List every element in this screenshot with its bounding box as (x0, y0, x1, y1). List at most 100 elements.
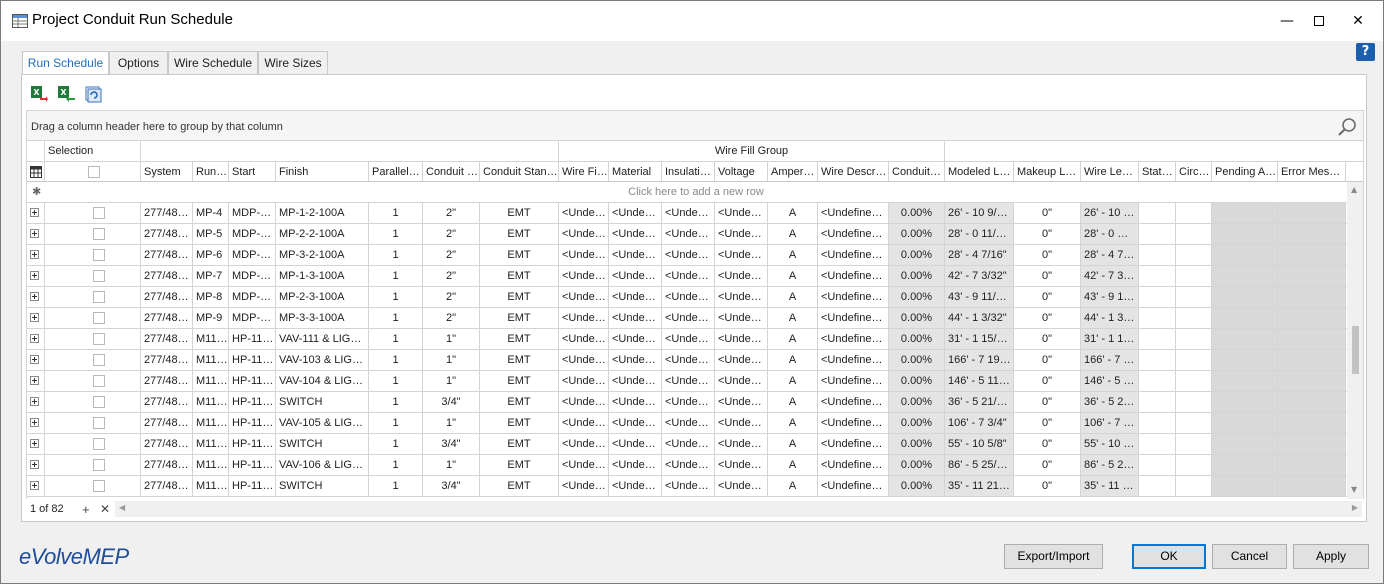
table-row[interactable]: 277/48… MP-8 MDP-… MP-2-3-100A 1 2" EMT <Unde… <… (27, 287, 1347, 308)
cell-insulation[interactable]: <Unde… (662, 203, 715, 223)
cell-modeled-length[interactable]: 36' - 5 21/… (945, 392, 1014, 412)
export-import-button[interactable]: Export/Import (1004, 544, 1103, 569)
cell-run[interactable]: MP-4 (193, 203, 229, 223)
cell-start[interactable]: MDP-… (229, 266, 276, 286)
cell-status[interactable] (1139, 350, 1176, 370)
cell-system[interactable]: 277/48… (141, 266, 193, 286)
cell-start[interactable]: HP-11… (229, 329, 276, 349)
cell-voltage[interactable]: <Unde… (715, 224, 768, 244)
table-row[interactable]: 277/48… MP-5 MDP-… MP-2-2-100A 1 2" EMT <Unde… <… (27, 224, 1347, 245)
cell-conduit-size[interactable]: 2" (423, 308, 480, 328)
cell-conduit-standard[interactable]: EMT (480, 224, 559, 244)
cell-pending-action[interactable] (1212, 350, 1278, 370)
cell-error-message[interactable] (1278, 392, 1346, 412)
cell-ampere[interactable]: A (768, 476, 818, 496)
cell-material[interactable]: <Unde… (609, 287, 662, 307)
cell-insulation[interactable]: <Unde… (662, 434, 715, 454)
row-checkbox[interactable] (93, 207, 105, 219)
cell-start[interactable]: HP-11… (229, 476, 276, 496)
cell-start[interactable]: MDP-… (229, 245, 276, 265)
cell-material[interactable]: <Unde… (609, 308, 662, 328)
cell-insulation[interactable]: <Unde… (662, 350, 715, 370)
cell-run[interactable]: M11… (193, 434, 229, 454)
cell-start[interactable]: MDP-… (229, 308, 276, 328)
cell-material[interactable]: <Unde… (609, 413, 662, 433)
table-row[interactable]: 277/48… MP-7 MDP-… MP-1-3-100A 1 2" EMT <Unde… <… (27, 266, 1347, 287)
cell-system[interactable]: 277/48… (141, 434, 193, 454)
cell-modeled-length[interactable]: 28' - 0 11/… (945, 224, 1014, 244)
cell-conduit-standard[interactable]: EMT (480, 350, 559, 370)
cell-conduit-size[interactable]: 3/4" (423, 476, 480, 496)
cell-conduit-standard[interactable]: EMT (480, 476, 559, 496)
table-row[interactable]: 277/48… M11… HP-11… VAV-111 & LIG… 1 1" EMT <Un… (27, 329, 1347, 350)
cell-wire-length[interactable]: 166' - 7 … (1081, 350, 1139, 370)
cell-system[interactable]: 277/48… (141, 413, 193, 433)
expand-icon[interactable] (30, 460, 39, 469)
cell-ampere[interactable]: A (768, 371, 818, 391)
col-header-conduit-standard[interactable]: Conduit Stan… (480, 162, 559, 181)
cell-modeled-length[interactable]: 26' - 10 9/… (945, 203, 1014, 223)
cell-run[interactable]: M11… (193, 371, 229, 391)
row-checkbox[interactable] (93, 270, 105, 282)
cell-conduit-fill[interactable]: 0.00% (889, 245, 945, 265)
cell-conduit-fill[interactable]: 0.00% (889, 392, 945, 412)
cell-finish[interactable]: SWITCH (276, 434, 369, 454)
col-header-insulation[interactable]: Insulati… (662, 162, 715, 181)
cell-conduit-fill[interactable]: 0.00% (889, 203, 945, 223)
minimize-button[interactable]: — (1272, 8, 1302, 34)
cell-insulation[interactable]: <Unde… (662, 287, 715, 307)
cell-wire-length[interactable]: 28' - 0 … (1081, 224, 1139, 244)
cell-modeled-length[interactable]: 43' - 9 11/… (945, 287, 1014, 307)
cell-wire-description[interactable]: <Undefine… (818, 350, 889, 370)
col-header-material[interactable]: Material (609, 162, 662, 181)
cell-error-message[interactable] (1278, 203, 1346, 223)
col-header-error-message[interactable]: Error Mes… (1278, 162, 1346, 181)
row-checkbox[interactable] (93, 228, 105, 240)
cell-circuit[interactable] (1176, 245, 1212, 265)
cell-ampere[interactable]: A (768, 329, 818, 349)
row-checkbox[interactable] (93, 291, 105, 303)
cell-parallel[interactable]: 1 (369, 245, 423, 265)
cell-error-message[interactable] (1278, 413, 1346, 433)
cell-start[interactable]: HP-11… (229, 350, 276, 370)
cell-system[interactable]: 277/48… (141, 371, 193, 391)
cell-wire-length[interactable]: 44' - 1 3… (1081, 308, 1139, 328)
col-header-system[interactable]: System (141, 162, 193, 181)
expand-icon[interactable] (30, 481, 39, 490)
cell-finish[interactable]: MP-2-3-100A (276, 287, 369, 307)
cell-finish[interactable]: VAV-104 & LIG… (276, 371, 369, 391)
expand-icon[interactable] (30, 229, 39, 238)
cell-insulation[interactable]: <Unde… (662, 329, 715, 349)
cell-run[interactable]: MP-5 (193, 224, 229, 244)
cell-finish[interactable]: MP-2-2-100A (276, 224, 369, 244)
cell-ampere[interactable]: A (768, 266, 818, 286)
apply-button[interactable]: Apply (1293, 544, 1369, 569)
cell-ampere[interactable]: A (768, 350, 818, 370)
cell-pending-action[interactable] (1212, 455, 1278, 475)
table-row[interactable]: 277/48… M11… HP-11… VAV-105 & LIG… 1 1" EMT <Un… (27, 413, 1347, 434)
expand-icon[interactable] (30, 250, 39, 259)
col-header-circuit[interactable]: Circ… (1176, 162, 1212, 181)
cell-wire-fill[interactable]: <Unde… (559, 434, 609, 454)
cell-status[interactable] (1139, 266, 1176, 286)
cell-start[interactable]: HP-11… (229, 371, 276, 391)
cell-conduit-standard[interactable]: EMT (480, 266, 559, 286)
cell-pending-action[interactable] (1212, 224, 1278, 244)
cell-status[interactable] (1139, 329, 1176, 349)
cell-material[interactable]: <Unde… (609, 203, 662, 223)
tab-options[interactable]: Options (109, 51, 168, 75)
cell-wire-length[interactable]: 26' - 10 … (1081, 203, 1139, 223)
cell-wire-fill[interactable]: <Unde… (559, 329, 609, 349)
cell-makeup-length[interactable]: 0" (1014, 371, 1081, 391)
cell-material[interactable]: <Unde… (609, 245, 662, 265)
cell-conduit-standard[interactable]: EMT (480, 203, 559, 223)
cell-wire-description[interactable]: <Undefine… (818, 308, 889, 328)
cell-run[interactable]: M11… (193, 329, 229, 349)
cell-start[interactable]: HP-11… (229, 455, 276, 475)
col-header-makeup-length[interactable]: Makeup L… (1014, 162, 1081, 181)
scroll-right-icon[interactable]: ▶ (1352, 503, 1358, 512)
cell-modeled-length[interactable]: 166' - 7 19… (945, 350, 1014, 370)
cell-modeled-length[interactable]: 44' - 1 3/32" (945, 308, 1014, 328)
cell-wire-description[interactable]: <Undefine… (818, 245, 889, 265)
horizontal-scrollbar[interactable]: ◀ ▶ (115, 501, 1362, 517)
